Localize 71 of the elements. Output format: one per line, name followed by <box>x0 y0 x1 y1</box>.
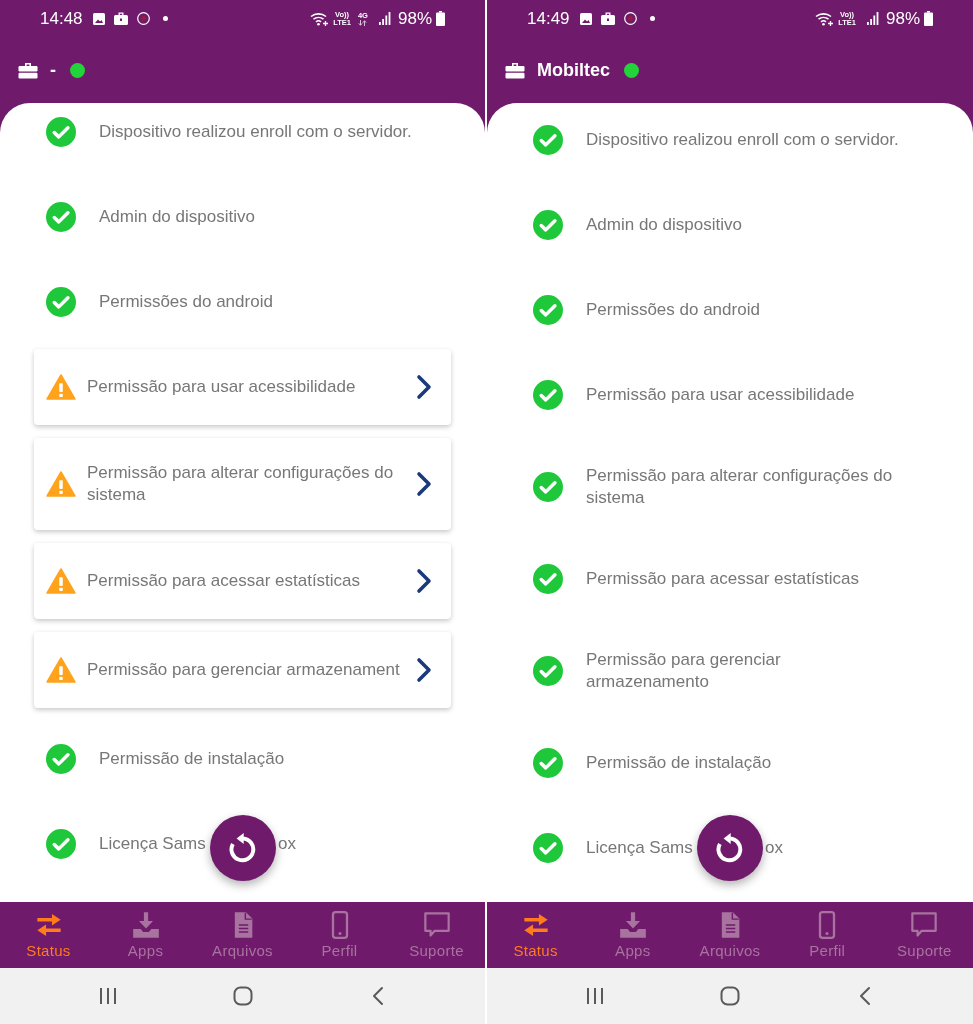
battery-icon <box>924 11 933 26</box>
permission-card[interactable]: Permissão para usar acessibilidade <box>34 348 451 425</box>
briefcase-icon <box>600 12 615 25</box>
dot-icon <box>162 16 168 21</box>
chat-bubble-icon <box>909 911 940 939</box>
briefcase-icon <box>113 12 128 25</box>
wifi-icon <box>310 11 330 26</box>
battery-icon <box>436 11 445 26</box>
refresh-icon <box>227 833 258 863</box>
back-icon[interactable] <box>371 986 384 1006</box>
status-label: Admin do dispositivo <box>586 214 742 236</box>
download-icon <box>617 911 648 939</box>
nav-tab[interactable]: Status <box>487 902 585 968</box>
chevron-right-icon <box>416 656 432 683</box>
status-label: Licença Sams <box>586 837 694 859</box>
clock-time: 14:48 <box>40 8 83 29</box>
status-label: Licença Sams <box>99 833 207 855</box>
status-label: Permissões do android <box>586 299 760 321</box>
status-label: Permissões do android <box>99 291 273 313</box>
status-label: Dispositivo realizou enroll com o servidor. <box>586 129 899 151</box>
back-icon[interactable] <box>859 986 871 1006</box>
home-icon[interactable] <box>232 986 253 1006</box>
app-title: Mobiltec <box>537 59 610 81</box>
nav-tab[interactable]: Apps <box>97 902 194 968</box>
image-icon <box>579 12 592 25</box>
chevron-right-icon <box>416 567 432 594</box>
recents-icon[interactable] <box>585 987 605 1005</box>
chevron-right-icon <box>416 373 432 400</box>
status-label: ox <box>765 837 783 859</box>
home-icon[interactable] <box>720 986 740 1006</box>
nav-tab[interactable]: Status <box>0 902 97 968</box>
refresh-icon <box>715 833 745 863</box>
status-label: Dispositivo realizou enroll com o servidor. <box>99 121 412 143</box>
briefcase-icon <box>505 61 525 79</box>
download-icon <box>130 911 161 939</box>
battery-percent: 98% <box>397 8 432 29</box>
briefcase-icon <box>18 61 38 79</box>
nav-tab[interactable]: Arquivos <box>194 902 291 968</box>
permission-card[interactable]: Permissão para acessar estatísticas <box>34 542 451 619</box>
wifi-icon <box>815 11 835 26</box>
record-icon <box>136 12 150 25</box>
signal-icon <box>866 12 879 25</box>
refresh-button[interactable] <box>697 815 763 881</box>
chevron-right-icon <box>416 470 432 497</box>
status-label: ox <box>278 833 296 855</box>
refresh-button[interactable] <box>209 815 276 881</box>
data-arrows-icon <box>358 19 368 26</box>
chat-bubble-icon <box>421 911 452 939</box>
signal-icon <box>378 12 391 25</box>
image-icon <box>92 12 105 25</box>
status-label: Permissão de instalação <box>586 752 772 774</box>
battery-percent: 98% <box>885 8 920 29</box>
nav-tab[interactable]: Apps <box>584 902 682 968</box>
nav-tab[interactable]: Suporte <box>875 902 973 968</box>
permission-card[interactable]: Permissão para gerenciar armazenament <box>34 631 451 708</box>
status-label: Permissão para alterar configurações do sistema <box>586 465 894 509</box>
status-label: Admin do dispositivo <box>99 206 255 228</box>
dot-icon <box>649 16 655 21</box>
status-label: Permissão para usar acessibilidade <box>586 384 855 406</box>
nav-tab[interactable]: Perfil <box>778 902 876 968</box>
nav-tab[interactable]: Arquivos <box>681 902 779 968</box>
record-icon <box>623 12 637 25</box>
status-label: Permissão para acessar estatísticas <box>586 568 860 590</box>
status-label: Permissão para gerenciar armazenamento <box>586 649 782 693</box>
permission-card[interactable]: Permissão para alterar configurações do sistema <box>34 437 451 530</box>
recents-icon[interactable] <box>97 987 118 1005</box>
nav-tab[interactable]: Suporte <box>388 902 485 968</box>
app-title: - <box>50 59 56 81</box>
nav-tab[interactable]: Perfil <box>291 902 388 968</box>
status-label: Permissão de instalação <box>99 748 285 770</box>
clock-time: 14:49 <box>527 8 570 29</box>
